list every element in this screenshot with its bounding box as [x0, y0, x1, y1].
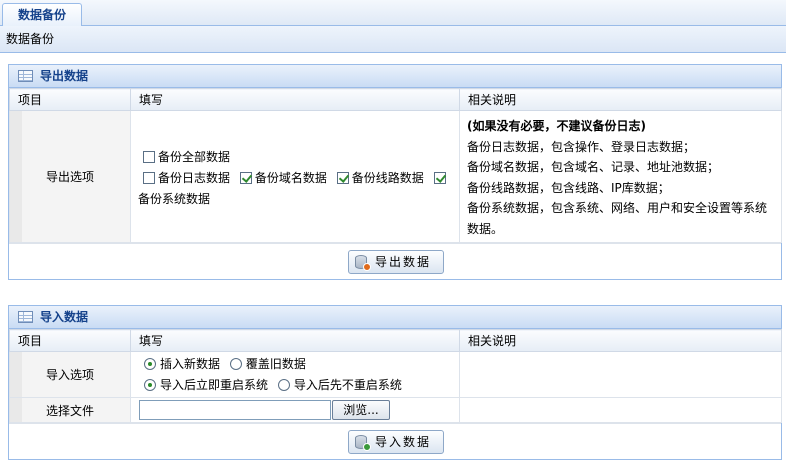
export-panel-header: 导出数据	[9, 65, 781, 88]
column-header-desc: 相关说明	[459, 88, 782, 111]
reboot-now-label: 导入后立即重启系统	[160, 377, 269, 392]
backup-log-label: 备份日志数据	[158, 171, 231, 185]
backup-route-label: 备份线路数据	[351, 171, 424, 185]
backup-system-checkbox[interactable]	[433, 172, 446, 184]
row-stripe	[10, 111, 22, 242]
tab-bar: 数据备份	[0, 0, 786, 27]
select-file-label: 选择文件	[45, 403, 94, 418]
breadcrumb-label: 数据备份	[6, 32, 55, 46]
no-reboot-label: 导入后先不重启系统	[293, 377, 402, 392]
import-options-label: 导入选项	[45, 368, 94, 382]
import-data-button[interactable]: 导入数据	[348, 430, 444, 454]
badge-icon	[363, 263, 371, 271]
import-panel-header: 导入数据	[9, 306, 781, 329]
backup-system-label: 备份系统数据	[138, 192, 211, 206]
export-table: 项目 填写 相关说明 导出选项 备份全部数据 备份日志数据 备份域名数据 备份线…	[9, 88, 782, 243]
file-label-cell: 选择文件	[9, 397, 131, 423]
backup-all-label: 备份全部数据	[158, 150, 231, 164]
export-options-label: 导出选项	[45, 170, 94, 184]
export-options-label-cell: 导出选项	[9, 110, 131, 243]
row-stripe	[10, 352, 22, 397]
export-panel-title: 导出数据	[40, 69, 89, 83]
file-input-cell: 浏览...	[130, 397, 460, 423]
export-data-button-label: 导出数据	[375, 255, 432, 269]
backup-route-checkbox[interactable]	[336, 172, 349, 184]
backup-log-checkbox[interactable]	[143, 172, 155, 184]
breadcrumb: 数据备份	[0, 26, 786, 53]
import-notes-cell	[459, 351, 782, 398]
import-options-cell: 插入新数据 覆盖旧数据 导入后立即重启系统 导入后先不重启系统	[130, 351, 460, 398]
database-import-icon	[355, 435, 371, 451]
column-header-fill: 填写	[130, 329, 460, 352]
browse-button[interactable]: 浏览...	[332, 400, 390, 420]
export-note-log: 备份日志数据，包含操作、登录日志数据；	[467, 139, 696, 154]
export-panel: 导出数据 项目 填写 相关说明 导出选项 备份全部数据 备份日志数据 备份域名数…	[8, 64, 782, 280]
export-data-button[interactable]: 导出数据	[348, 250, 444, 274]
import-table: 项目 填写 相关说明 导入选项 插入新数据 覆盖旧数据 导入后立即重启系统 导入…	[9, 329, 782, 423]
import-options-label-cell: 导入选项	[9, 351, 131, 398]
export-button-row: 导出数据	[9, 243, 781, 279]
file-notes-cell	[459, 397, 782, 423]
column-header-item: 项目	[9, 88, 131, 111]
column-header-desc: 相关说明	[459, 329, 782, 352]
no-reboot-radio[interactable]	[277, 378, 290, 391]
insert-new-radio[interactable]	[144, 357, 156, 370]
import-panel-title: 导入数据	[40, 310, 89, 324]
backup-all-checkbox[interactable]	[143, 151, 155, 163]
export-notes-cell: (如果没有必要，不建议备份日志) 备份日志数据，包含操作、登录日志数据； 备份域…	[459, 110, 782, 243]
overwrite-old-radio[interactable]	[229, 357, 242, 370]
export-note-route: 备份线路数据，包含线路、IP库数据；	[467, 180, 670, 195]
tab-data-backup[interactable]: 数据备份	[2, 3, 82, 27]
import-button-row: 导入数据	[9, 423, 781, 459]
export-note-warning: (如果没有必要，不建议备份日志)	[467, 119, 646, 133]
export-note-system: 备份系统数据，包含系统、网络、用户和安全设置等系统	[467, 201, 768, 215]
column-header-fill: 填写	[130, 88, 460, 111]
badge-icon	[363, 443, 371, 451]
export-note-system-cont: 数据。	[467, 221, 504, 236]
backup-domain-checkbox[interactable]	[239, 172, 252, 184]
import-data-button-label: 导入数据	[375, 435, 432, 449]
export-options-cell: 备份全部数据 备份日志数据 备份域名数据 备份线路数据 备份系统数据	[130, 110, 460, 243]
export-note-domain: 备份域名数据，包含域名、记录、地址池数据；	[467, 160, 720, 174]
row-stripe	[10, 398, 22, 422]
column-header-item: 项目	[9, 329, 131, 352]
table-icon	[18, 311, 33, 323]
database-export-icon	[355, 255, 371, 271]
insert-new-label: 插入新数据	[160, 356, 221, 371]
backup-domain-label: 备份域名数据	[254, 171, 327, 185]
reboot-now-radio[interactable]	[144, 378, 156, 391]
file-path-input[interactable]	[139, 400, 331, 420]
table-icon	[18, 70, 33, 82]
import-panel: 导入数据 项目 填写 相关说明 导入选项 插入新数据 覆盖旧数据 导入后立即重启…	[8, 305, 782, 460]
overwrite-old-label: 覆盖旧数据	[245, 356, 306, 371]
